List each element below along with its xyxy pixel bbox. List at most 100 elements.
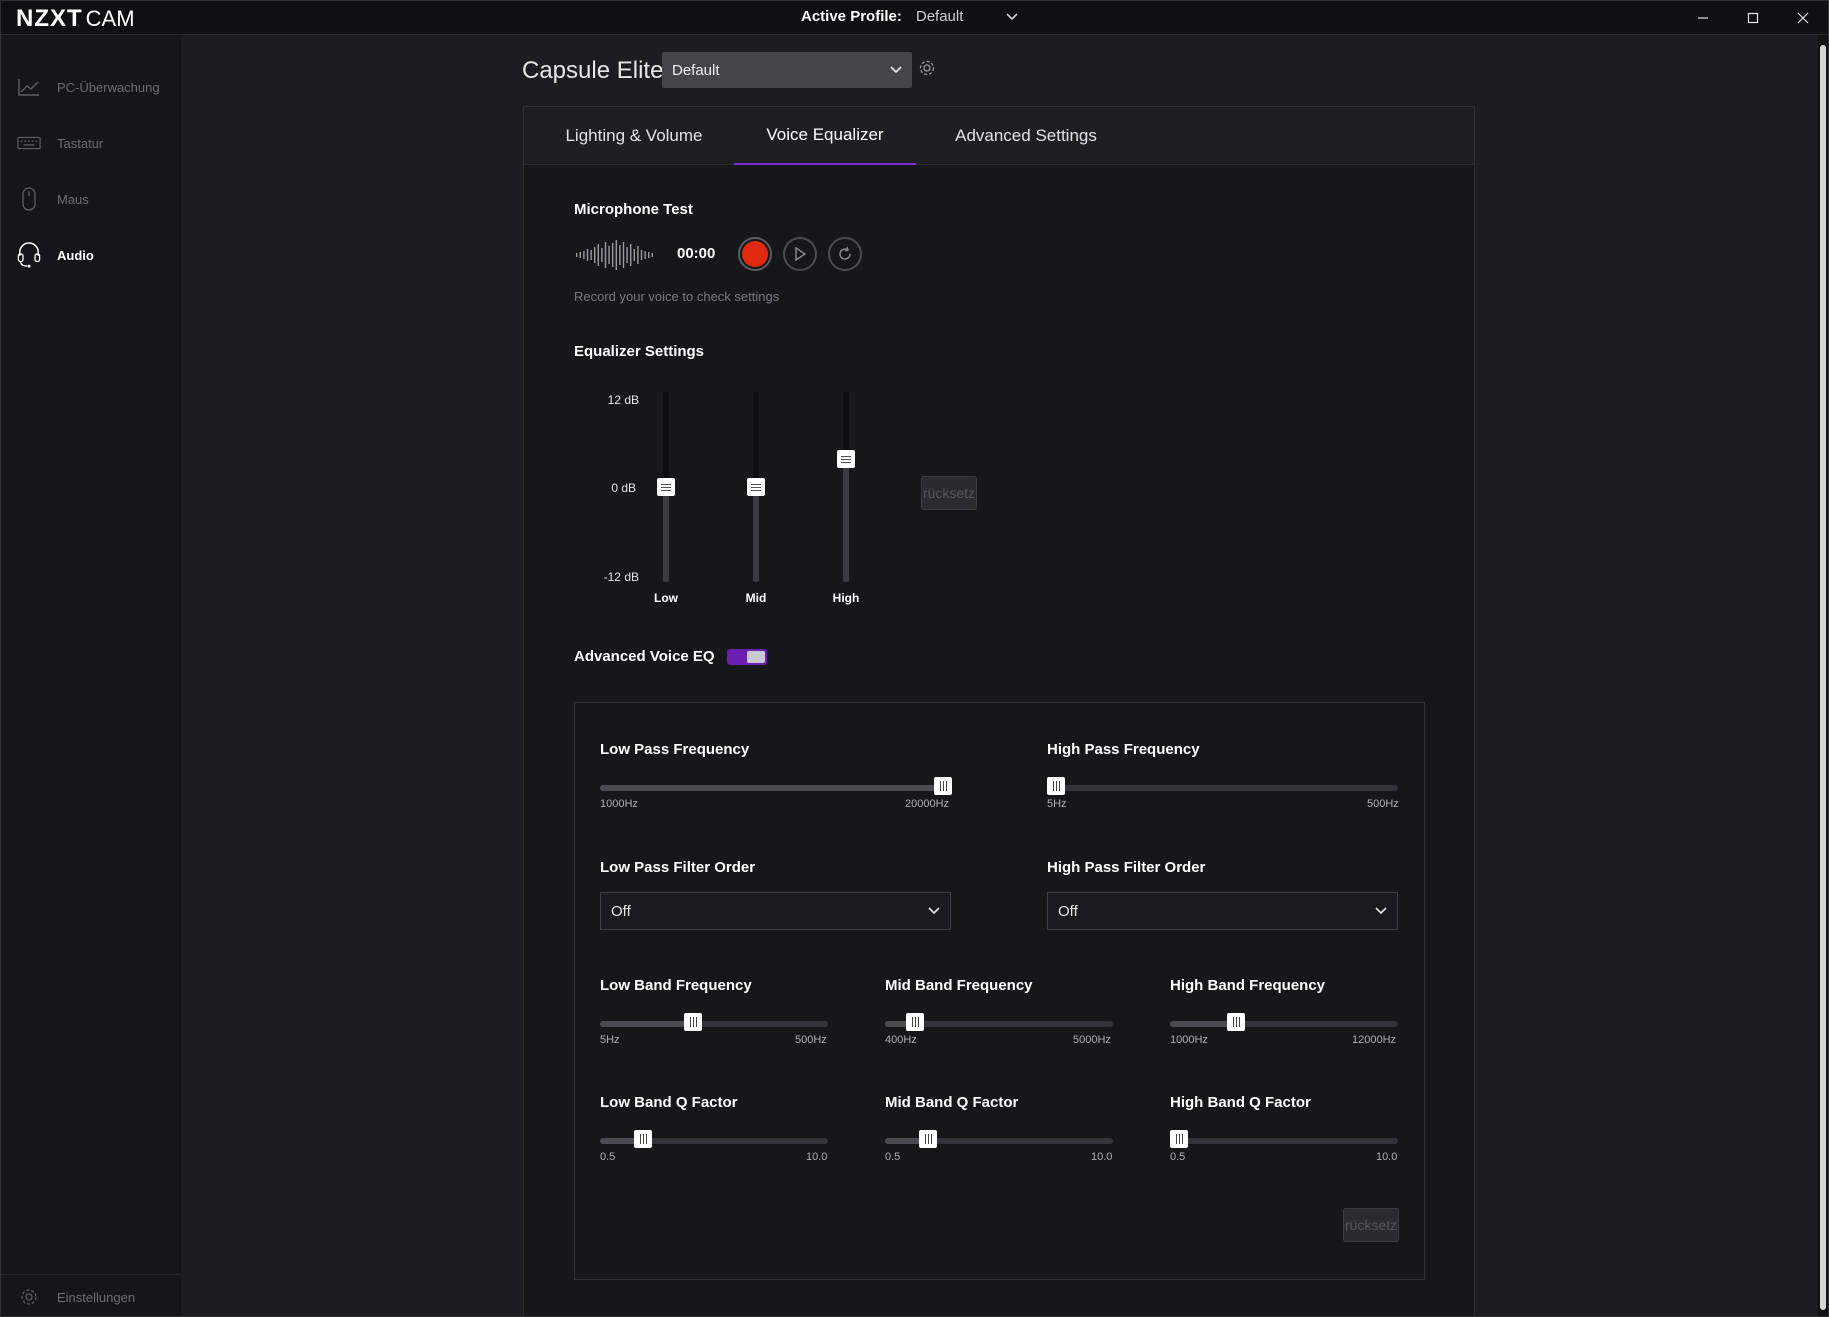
scrollbar-thumb[interactable] — [1820, 45, 1826, 1310]
eq-low-fill — [663, 392, 669, 487]
main-content: Capsule Elite Default Lighting & Volume … — [181, 35, 1828, 1316]
sidebar-item-label: Einstellungen — [57, 1289, 136, 1305]
sidebar-item-label: PC-Überwachung — [57, 79, 160, 95]
high-band-q-slider[interactable] — [1170, 1130, 1398, 1148]
low-pass-filter-order-title: Low Pass Filter Order — [600, 859, 756, 876]
eq-high-slider[interactable] — [837, 392, 855, 582]
app-logo: NZXT CAM — [16, 5, 135, 32]
high-pass-frequency-max: 500Hz — [1367, 798, 1399, 810]
slider-thumb[interactable] — [1227, 1013, 1245, 1031]
eq-mid-thumb[interactable] — [747, 478, 765, 496]
high-band-q-max: 10.0 — [1376, 1151, 1398, 1163]
high-band-frequency-title: High Band Frequency — [1170, 977, 1326, 994]
sidebar-item-audio[interactable]: Audio — [1, 235, 181, 275]
eq-reset-button[interactable]: rücksetz — [921, 476, 977, 510]
headset-icon — [17, 242, 41, 268]
mic-test-title: Microphone Test — [574, 201, 693, 218]
eq-low-thumb[interactable] — [657, 478, 675, 496]
high-band-q-min: 0.5 — [1170, 1151, 1186, 1163]
mid-band-q-title: Mid Band Q Factor — [885, 1094, 1019, 1111]
sidebar-item-settings[interactable]: Einstellungen — [1, 1277, 181, 1316]
advanced-voice-eq-toggle[interactable] — [727, 649, 767, 665]
device-title: Capsule Elite — [522, 57, 664, 84]
low-pass-frequency-min: 1000Hz — [600, 798, 638, 810]
recording-timer: 00:00 — [677, 245, 716, 262]
high-pass-filter-order-select[interactable]: Off — [1047, 892, 1398, 930]
play-button[interactable] — [783, 237, 817, 271]
eq-high-fill — [843, 392, 849, 459]
mid-band-q-slider[interactable] — [885, 1130, 1113, 1148]
scrollbar[interactable] — [1818, 35, 1828, 1316]
eq-high-thumb[interactable] — [837, 450, 855, 468]
record-icon — [742, 241, 768, 267]
low-pass-filter-order-select[interactable]: Off — [600, 892, 951, 930]
chevron-down-icon — [1006, 9, 1018, 24]
sidebar-item-keyboard[interactable]: Tastatur — [1, 123, 181, 163]
slider-thumb[interactable] — [1047, 777, 1065, 795]
minimize-icon[interactable] — [1678, 1, 1728, 35]
waveform-icon — [574, 239, 658, 276]
slider-fill — [600, 785, 943, 791]
profile-settings-gear-icon[interactable] — [918, 59, 940, 81]
advanced-voice-eq-label: Advanced Voice EQ — [574, 648, 715, 665]
tab-lighting-volume[interactable]: Lighting & Volume — [544, 107, 724, 165]
chart-icon — [17, 75, 41, 99]
chevron-down-icon — [1375, 904, 1387, 918]
slider-thumb[interactable] — [906, 1013, 924, 1031]
replay-button[interactable] — [828, 237, 862, 271]
device-profile-select[interactable]: Default — [662, 52, 912, 88]
slider-thumb[interactable] — [1170, 1130, 1188, 1148]
play-icon — [795, 247, 806, 261]
high-band-frequency-min: 1000Hz — [1170, 1034, 1208, 1046]
active-profile-value: Default — [915, 8, 964, 25]
low-band-q-max: 10.0 — [806, 1151, 828, 1163]
low-band-frequency-title: Low Band Frequency — [600, 977, 752, 994]
slider-thumb[interactable] — [634, 1130, 652, 1148]
slider-thumb[interactable] — [684, 1013, 702, 1031]
tab-bar: Lighting & Volume Voice Equalizer Advanc… — [524, 107, 1474, 165]
high-pass-filter-order-title: High Pass Filter Order — [1047, 859, 1206, 876]
tab-advanced-settings[interactable]: Advanced Settings — [926, 107, 1126, 165]
mid-band-q-max: 10.0 — [1091, 1151, 1113, 1163]
high-band-frequency-slider[interactable] — [1170, 1013, 1398, 1031]
window-controls — [1678, 1, 1828, 35]
high-pass-frequency-slider[interactable] — [1047, 777, 1398, 795]
high-pass-filter-order-value: Off — [1058, 902, 1078, 920]
slider-thumb[interactable] — [919, 1130, 937, 1148]
mouse-icon — [17, 187, 41, 211]
maximize-icon[interactable] — [1728, 1, 1778, 35]
toggle-knob — [747, 651, 765, 663]
chevron-down-icon — [928, 904, 940, 918]
mid-band-frequency-slider[interactable] — [885, 1013, 1113, 1031]
high-band-q-title: High Band Q Factor — [1170, 1094, 1311, 1111]
low-pass-filter-order-value: Off — [611, 902, 631, 920]
tab-voice-equalizer[interactable]: Voice Equalizer — [734, 107, 916, 165]
low-band-q-slider[interactable] — [600, 1130, 828, 1148]
eq-low-slider[interactable] — [657, 392, 675, 582]
low-band-q-title: Low Band Q Factor — [600, 1094, 738, 1111]
eq-mid-fill — [753, 392, 759, 487]
active-profile-selector[interactable]: Active Profile: Default — [801, 8, 1018, 25]
sidebar-item-mouse[interactable]: Maus — [1, 179, 181, 219]
low-band-frequency-slider[interactable] — [600, 1013, 828, 1031]
advanced-reset-button[interactable]: rücksetz — [1343, 1208, 1399, 1242]
eq-low-label: Low — [654, 591, 678, 605]
low-pass-frequency-slider[interactable] — [600, 777, 952, 795]
high-pass-frequency-min: 5Hz — [1047, 798, 1067, 810]
high-pass-frequency-title: High Pass Frequency — [1047, 741, 1200, 758]
sidebar-item-label: Tastatur — [57, 135, 104, 151]
close-icon[interactable] — [1778, 1, 1828, 35]
sidebar-item-label: Audio — [57, 247, 94, 263]
sidebar-item-pc-monitoring[interactable]: PC-Überwachung — [1, 67, 181, 107]
eq-mid-slider[interactable] — [747, 392, 765, 582]
logo-product: CAM — [85, 6, 135, 31]
slider-thumb[interactable] — [934, 777, 952, 795]
refresh-icon — [839, 246, 851, 260]
sidebar-settings: Einstellungen — [1, 1274, 181, 1316]
record-button[interactable] — [738, 237, 772, 271]
equalizer-title: Equalizer Settings — [574, 343, 705, 360]
device-profile-value: Default — [672, 61, 720, 79]
slider-fill — [600, 1021, 693, 1027]
mid-band-q-min: 0.5 — [885, 1151, 901, 1163]
low-pass-frequency-title: Low Pass Frequency — [600, 741, 750, 758]
